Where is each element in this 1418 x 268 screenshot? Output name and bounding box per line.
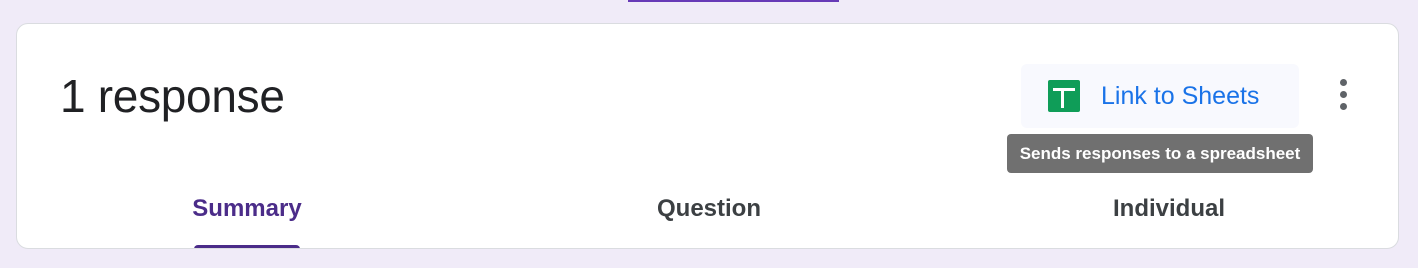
tab-question[interactable]: Question	[609, 194, 809, 224]
tab-selected-indicator	[194, 245, 300, 248]
more-vert-icon-dot	[1339, 102, 1347, 110]
more-vert-icon	[1339, 78, 1347, 86]
more-options-button[interactable]	[1323, 70, 1363, 118]
tab-summary[interactable]: Summary	[147, 194, 347, 224]
more-vert-icon-dot	[1339, 90, 1347, 98]
link-to-sheets-button[interactable]: Link to Sheets	[1021, 64, 1299, 128]
responses-card: 1 response Link to Sheets Sends response…	[16, 23, 1399, 249]
tab-individual[interactable]: Individual	[1069, 194, 1269, 224]
link-to-sheets-label: Link to Sheets	[1101, 82, 1260, 110]
response-count-title: 1 response	[60, 70, 285, 122]
top-tab-indicator	[628, 0, 839, 2]
sheets-tooltip: Sends responses to a spreadsheet	[1007, 134, 1313, 173]
google-sheets-icon	[1048, 80, 1080, 112]
